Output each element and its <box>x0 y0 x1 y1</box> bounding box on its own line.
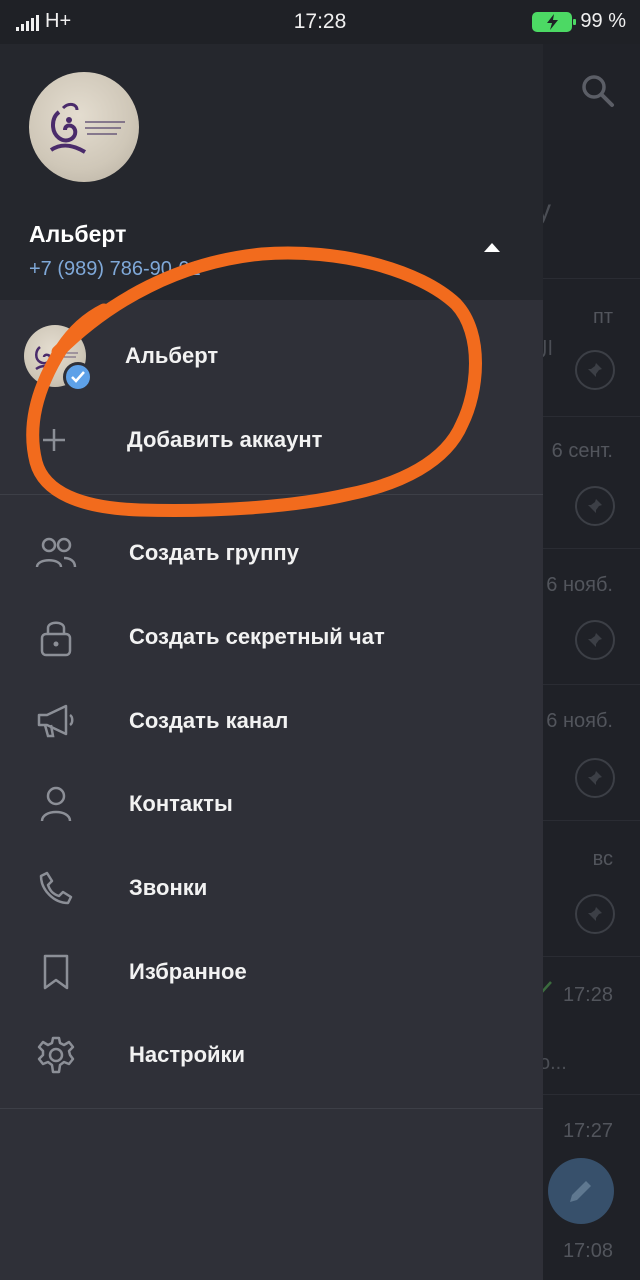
bookmark-icon <box>34 950 78 994</box>
profile-phone: +7 (989) 786-90-01 <box>29 258 201 280</box>
chat-time: 17:08 <box>562 1240 613 1262</box>
chat-header-fragment: у <box>543 194 551 225</box>
chat-divider <box>543 416 640 417</box>
battery-icon <box>532 11 577 32</box>
avatar-logo-image <box>49 102 125 154</box>
menu-item-secret-chat[interactable]: Создать секретный чат <box>0 595 543 679</box>
chat-time: пт <box>593 306 613 328</box>
person-icon <box>34 782 78 826</box>
pin-icon <box>575 894 615 934</box>
add-account-label: Добавить аккаунт <box>127 427 323 452</box>
chat-time: 17:28 <box>562 984 613 1006</box>
menu-label: Контакты <box>129 791 233 816</box>
account-toggle-button[interactable] <box>480 240 504 254</box>
profile-avatar[interactable] <box>29 72 139 182</box>
menu-item-new-group[interactable]: Создать группу <box>0 511 543 595</box>
battery-level: 99 % <box>580 10 626 32</box>
account-name: Альберт <box>125 343 219 368</box>
menu-item-saved[interactable]: Избранное <box>0 930 543 1014</box>
menu-label: Создать группу <box>129 540 299 565</box>
compose-button[interactable] <box>548 1158 614 1224</box>
chat-divider <box>543 956 640 957</box>
chat-list-background: у пт ال 6 сент. 6 нояб. 6 нояб. вс 17:28… <box>543 44 640 1280</box>
pin-icon <box>575 620 615 660</box>
chat-divider <box>543 820 640 821</box>
pin-icon <box>575 350 615 390</box>
menu-label: Звонки <box>129 875 208 900</box>
plus-icon <box>32 418 76 462</box>
menu-item-contacts[interactable]: Контакты <box>0 762 543 846</box>
search-icon[interactable] <box>581 74 615 108</box>
megaphone-icon <box>34 699 78 743</box>
pin-icon <box>575 758 615 798</box>
menu-item-new-channel[interactable]: Создать канал <box>0 679 543 763</box>
menu-label: Создать канал <box>129 708 289 733</box>
pencil-icon <box>570 1181 591 1202</box>
chat-time: 6 нояб. <box>546 574 613 596</box>
menu-label: Создать секретный чат <box>129 624 385 649</box>
menu-item-settings[interactable]: Настройки <box>0 1013 543 1097</box>
phone-icon <box>34 866 78 910</box>
chat-header <box>543 44 640 140</box>
status-right: 99 % <box>532 10 626 33</box>
group-icon <box>34 531 78 575</box>
selected-check-icon <box>63 362 93 392</box>
navigation-drawer: Альберт +7 (989) 786-90-01 Альберт Добав… <box>0 44 543 1280</box>
menu-label: Избранное <box>129 959 247 984</box>
menu-label: Настройки <box>129 1042 246 1067</box>
gear-icon <box>34 1033 78 1077</box>
chat-snippet: ال <box>543 338 554 360</box>
chat-divider <box>543 684 640 685</box>
menu-item-calls[interactable]: Звонки <box>0 846 543 930</box>
lock-icon <box>34 615 78 659</box>
chevron-up-icon <box>484 243 500 252</box>
chat-time: вс <box>592 848 613 870</box>
chat-time: 6 нояб. <box>546 710 613 732</box>
account-item-current[interactable]: Альберт <box>0 314 543 398</box>
chat-time: 17:27 <box>562 1120 613 1142</box>
drawer-divider <box>0 494 543 495</box>
chat-divider <box>543 278 640 279</box>
chat-divider <box>543 548 640 549</box>
drawer-header: Альберт +7 (989) 786-90-01 <box>0 44 543 300</box>
chat-time: 6 сент. <box>551 440 613 462</box>
chat-snippet: о... <box>543 1052 567 1074</box>
profile-name: Альберт <box>29 221 127 247</box>
drawer-divider <box>0 1108 543 1109</box>
pin-icon <box>575 486 615 526</box>
chat-divider <box>543 1094 640 1095</box>
add-account-button[interactable]: Добавить аккаунт <box>0 398 543 482</box>
read-check-icon <box>543 981 552 993</box>
status-bar: H+ 17:28 99 % <box>0 0 640 44</box>
